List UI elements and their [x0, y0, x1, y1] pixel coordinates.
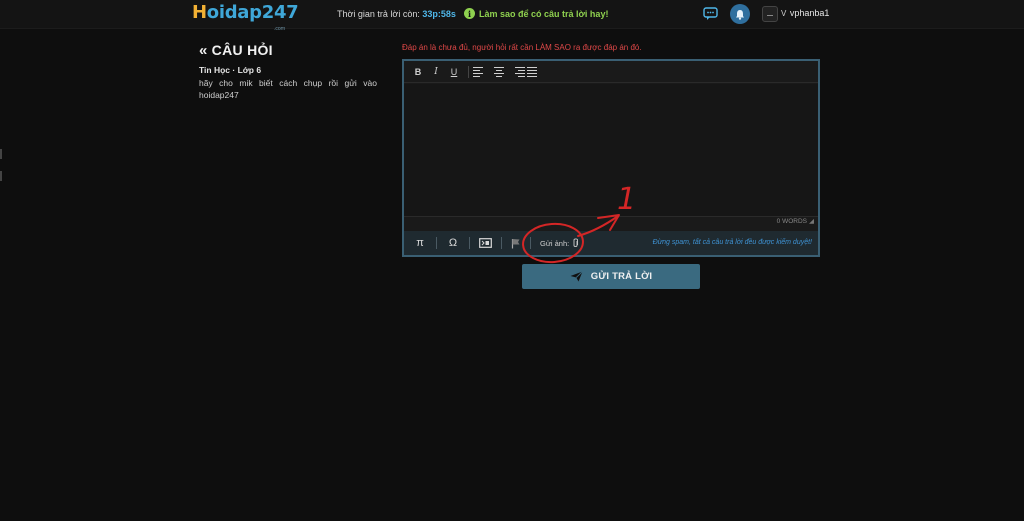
question-text: hãy cho mik biết cách chụp rồi gửi vào h… [199, 78, 377, 100]
submit-answer-button[interactable]: GỬI TRẢ LỜI [522, 264, 700, 289]
align-left-icon[interactable] [473, 64, 489, 80]
back-arrows-icon: « [199, 42, 208, 59]
answer-textarea[interactable] [404, 84, 818, 216]
question-heading[interactable]: «CÂU HỎI [199, 42, 273, 59]
logo-domain: .com [274, 26, 286, 32]
edge-mark [0, 171, 2, 181]
top-header: Hoidap247 .com Thời gian trả lời còn: 33… [0, 0, 1024, 33]
bell-icon [736, 9, 744, 20]
timer-value: 33p:58s [422, 9, 456, 19]
submit-label: GỬI TRẢ LỜI [590, 271, 653, 282]
answer-timer: Thời gian trả lời còn: 33p:58s [337, 9, 456, 19]
question-title: CÂU HỎI [211, 42, 273, 58]
toolbar-divider [501, 237, 502, 249]
chat-icon[interactable] [703, 7, 718, 21]
toolbar-divider [530, 237, 531, 249]
tip-text: Làm sao để có câu trả lời hay! [479, 8, 609, 19]
send-image-label: Gửi ảnh: [540, 238, 570, 248]
user-menu[interactable]: V vphanba1 [781, 8, 829, 18]
math-pi-icon[interactable]: π [413, 237, 427, 249]
send-image-button[interactable]: Gửi ảnh: [540, 238, 579, 248]
info-icon: i [464, 8, 475, 19]
avatar[interactable] [762, 6, 778, 22]
answer-editor: B I U 0 WORDS ◢ π Ω Gửi ảnh: Đừng spam, … [402, 59, 820, 257]
user-rank-badge: V [781, 9, 787, 18]
bold-button[interactable]: B [410, 64, 426, 80]
align-right-icon[interactable] [509, 64, 525, 80]
site-logo[interactable]: Hoidap247 .com [192, 3, 299, 33]
spam-notice: Đừng spam, tất cả câu trả lời đều được k… [652, 239, 812, 246]
editor-bottom-bar: π Ω Gửi ảnh: Đừng spam, tất cả câu trả l… [404, 231, 818, 255]
notifications-button[interactable] [730, 4, 750, 24]
align-center-icon[interactable] [491, 64, 507, 80]
good-answer-tip-link[interactable]: i Làm sao để có câu trả lời hay! [464, 8, 608, 19]
paperclip-icon [573, 238, 579, 247]
word-count: 0 WORDS ◢ [776, 217, 814, 225]
omega-symbol-icon[interactable]: Ω [446, 237, 460, 249]
toolbar-divider [469, 237, 470, 249]
toolbar-divider [436, 237, 437, 249]
resize-handle-icon[interactable]: ◢ [809, 217, 814, 225]
timer-label: Thời gian trả lời còn: [337, 9, 420, 19]
word-count-bar [404, 216, 818, 227]
editor-toolbar: B I U [404, 61, 818, 83]
underline-button[interactable]: U [446, 64, 462, 80]
edge-mark [0, 149, 2, 159]
formula-box-icon[interactable] [479, 238, 492, 248]
question-subject: Tin Học · Lớp 6 [199, 65, 262, 75]
answer-warning: Đáp án là chưa đủ, người hỏi rất cần LÀM… [402, 43, 642, 52]
toolbar-divider [468, 65, 469, 78]
align-justify-icon[interactable] [527, 64, 543, 80]
flag-icon[interactable] [511, 238, 521, 249]
username: vphanba1 [789, 8, 830, 18]
italic-button[interactable]: I [428, 64, 444, 80]
send-icon [570, 271, 583, 282]
